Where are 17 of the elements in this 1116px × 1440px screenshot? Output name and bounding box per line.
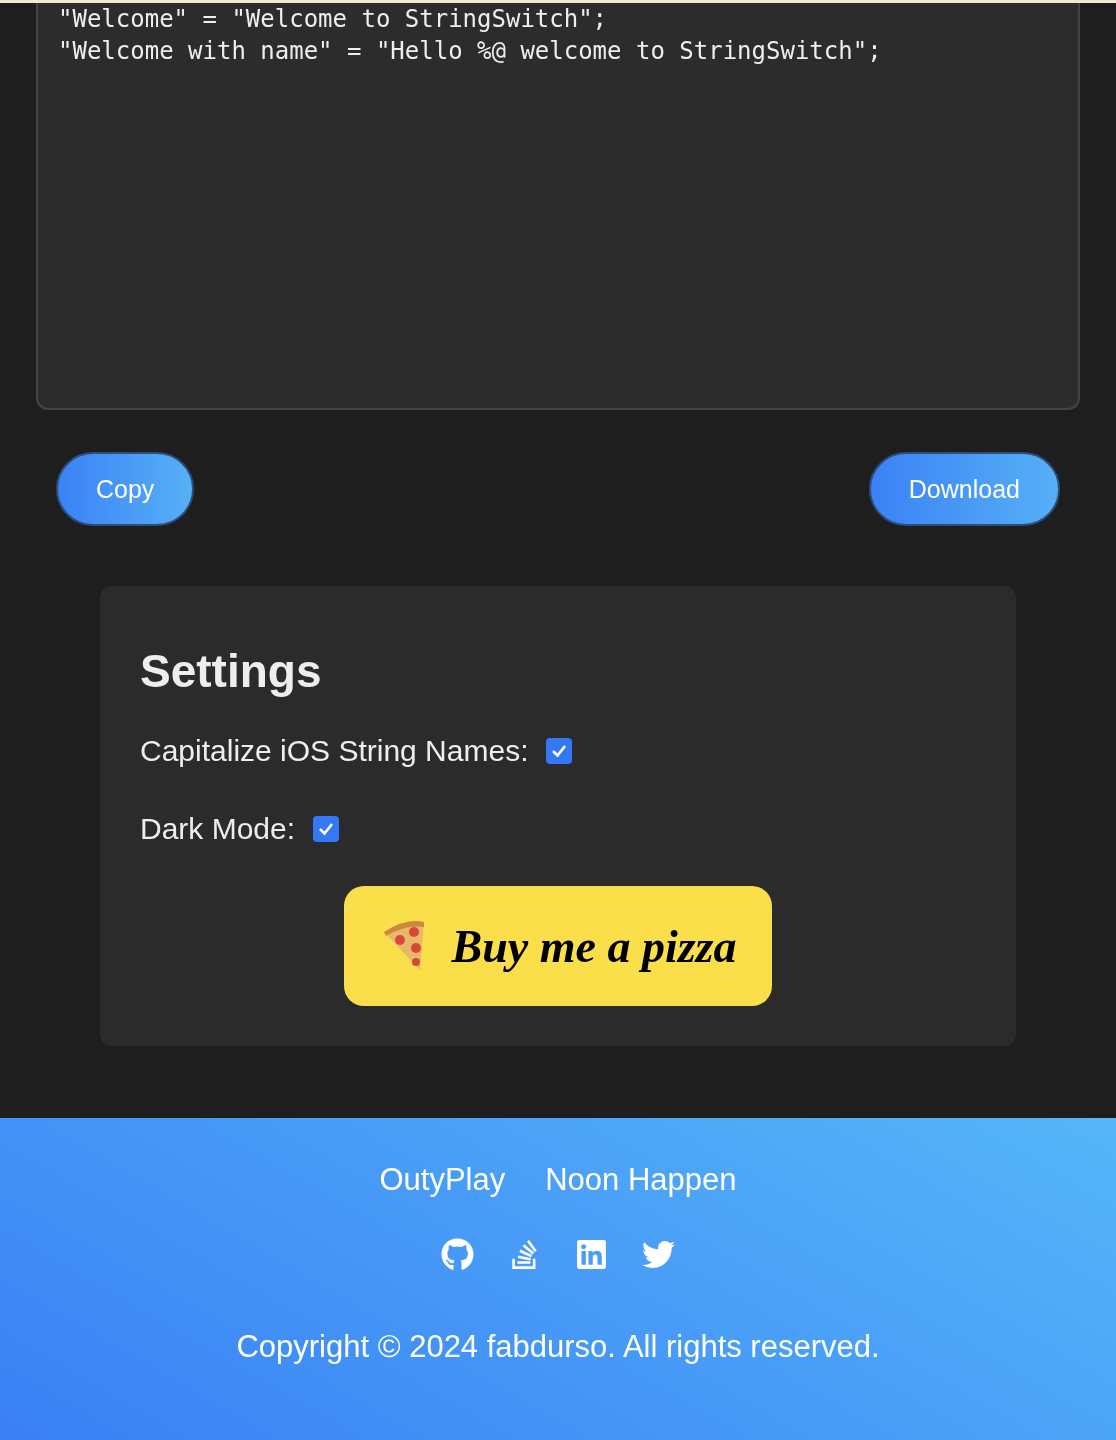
footer-link[interactable]: Noon Happen (545, 1162, 737, 1198)
checkbox[interactable] (313, 816, 340, 842)
linkedin-icon[interactable] (575, 1238, 608, 1271)
option-label: Capitalize iOS String Names: (140, 734, 529, 768)
download-button[interactable]: Download (868, 452, 1060, 526)
footer-link[interactable]: OutyPlay (379, 1162, 506, 1198)
buy-me-a-pizza-button[interactable]: Buy me a pizza (344, 886, 772, 1006)
output-text-area[interactable]: "Welcome" = "Welcome to StringSwitch"; "Welcome with name" = "Hello %@ welcome to StringSwitch"; (36, 3, 1080, 410)
checkbox[interactable] (546, 738, 573, 764)
copy-button[interactable]: Copy (56, 452, 195, 526)
code-line: "Welcome" = "Welcome to StringSwitch"; (58, 4, 609, 35)
github-icon[interactable] (441, 1238, 474, 1271)
bird-icon[interactable] (642, 1238, 675, 1271)
code-line: "Welcome with name" = "Hello %@ welcome to StringSwitch"; (58, 36, 883, 67)
option-label: Dark Mode: (140, 812, 296, 846)
copyright-text: Copyright © 2024 fabdurso. All rights reserved. (236, 1329, 880, 1365)
settings-title: Settings (140, 644, 323, 698)
